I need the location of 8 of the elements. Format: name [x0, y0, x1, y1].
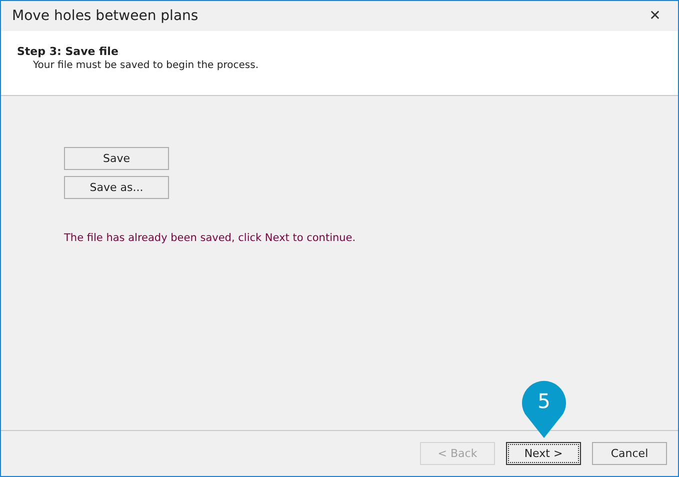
save-button[interactable]: Save — [64, 147, 169, 170]
step-title: Step 3: Save file — [17, 45, 120, 58]
cancel-button[interactable]: Cancel — [592, 442, 667, 465]
window-title: Move holes between plans — [12, 8, 198, 24]
close-button[interactable]: ✕ — [632, 1, 678, 31]
step-description: Your file must be saved to begin the process. — [32, 60, 260, 71]
status-message: The file has already been saved, click Next to continue. — [64, 232, 357, 244]
save-as-button[interactable]: Save as... — [64, 176, 169, 199]
